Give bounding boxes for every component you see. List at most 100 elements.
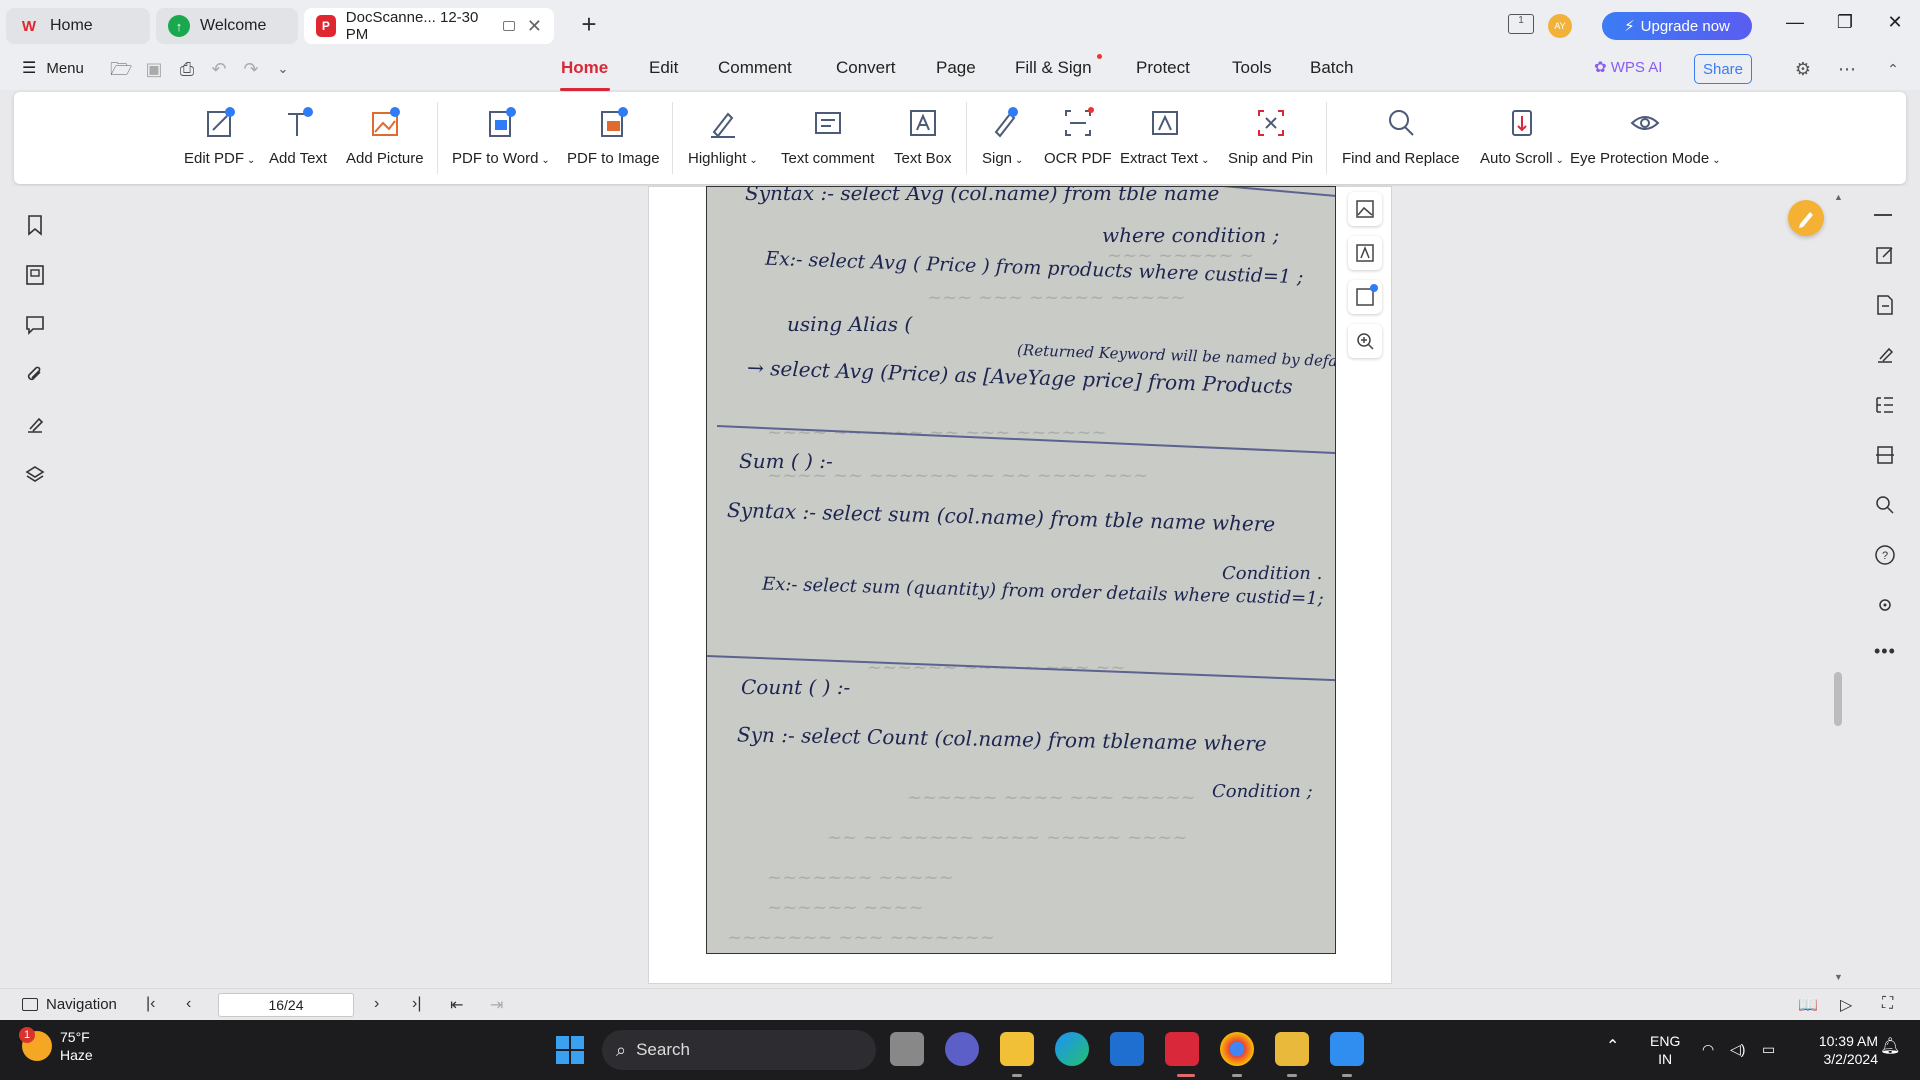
scrollbar-thumb[interactable] <box>1834 672 1842 726</box>
redo-icon[interactable]: ↷ <box>240 58 262 80</box>
ai-assistant-icon[interactable] <box>1874 594 1896 616</box>
windows-start-icon[interactable] <box>556 1036 584 1064</box>
comment-icon[interactable] <box>24 314 46 336</box>
tab-tools[interactable]: Tools <box>1232 58 1272 78</box>
menu-button[interactable]: ☰ Menu <box>22 58 84 78</box>
collapse-ribbon-icon[interactable]: ⌃ <box>1882 58 1904 80</box>
chrome-icon[interactable] <box>1220 1032 1254 1066</box>
wps-ai-button[interactable]: ✿ WPS AI <box>1594 58 1662 76</box>
extract-tool-button[interactable] <box>1348 236 1382 270</box>
upgrade-button[interactable]: ⚡ Upgrade now <box>1602 12 1752 40</box>
ocr-pdf-button[interactable]: OCR PDF <box>1044 106 1112 176</box>
scan-icon[interactable] <box>1874 444 1896 466</box>
next-page-icon[interactable]: › <box>374 995 379 1013</box>
forward-icon[interactable]: ⇥ <box>490 995 503 1015</box>
first-page-icon[interactable]: |‹ <box>146 995 155 1013</box>
restore-button[interactable]: ❐ <box>1830 12 1860 38</box>
snip-pin-button[interactable]: Snip and Pin <box>1228 106 1313 176</box>
signature-icon[interactable] <box>1874 344 1896 366</box>
undo-icon[interactable]: ↶ <box>208 58 230 80</box>
back-icon[interactable]: ⇤ <box>450 995 463 1015</box>
help-icon[interactable]: ? <box>1874 544 1896 566</box>
weather-widget[interactable]: 1 75°F Haze <box>19 1027 93 1064</box>
notepad-icon[interactable] <box>1330 1032 1364 1066</box>
battery-icon[interactable]: ▭ <box>1762 1040 1775 1058</box>
print-icon[interactable]: ⎙ <box>176 58 198 80</box>
search-icon[interactable] <box>1874 494 1896 516</box>
app-icon[interactable] <box>1275 1032 1309 1066</box>
open-folder-icon[interactable]: 🗁 <box>110 58 132 80</box>
page-number-input[interactable]: 16/24 <box>218 993 354 1017</box>
avatar[interactable]: AY <box>1548 14 1572 38</box>
wifi-icon[interactable]: ◠ <box>1702 1040 1714 1058</box>
wps-taskbar-icon[interactable] <box>1165 1032 1199 1066</box>
document-convert-icon[interactable] <box>1874 294 1896 316</box>
fullscreen-icon[interactable]: ⛶ <box>1882 995 1893 1013</box>
pdf-to-image-button[interactable]: PDF to Image <box>567 106 660 176</box>
task-view-icon[interactable] <box>890 1032 924 1066</box>
minimize-button[interactable]: — <box>1780 12 1810 38</box>
chevron-up-icon[interactable]: ⌃ <box>1606 1038 1619 1056</box>
monitor-icon[interactable] <box>503 21 515 31</box>
edit-fab-button[interactable] <box>1788 200 1824 236</box>
scroll-up-arrow[interactable]: ▲ <box>1834 192 1843 202</box>
save-icon[interactable]: ▣ <box>143 58 165 80</box>
chevron-down-icon[interactable]: ⌄ <box>272 58 294 80</box>
language-indicator[interactable]: ENG IN <box>1650 1032 1680 1068</box>
tab-welcome[interactable]: ↑ Welcome <box>156 8 298 44</box>
eye-protection-button[interactable]: Eye Protection Mode ⌄ <box>1570 106 1721 176</box>
signature-panel-icon[interactable] <box>24 414 46 436</box>
tab-home-menu[interactable]: Home <box>561 58 608 78</box>
pdf-to-word-button[interactable]: PDF to Word ⌄ <box>452 106 550 176</box>
scroll-down-arrow[interactable]: ▼ <box>1834 972 1843 982</box>
sign-button[interactable]: Sign ⌄ <box>982 106 1023 176</box>
tab-home[interactable]: W Home <box>6 8 150 44</box>
navigation-toggle[interactable]: Navigation <box>22 996 117 1013</box>
add-text-button[interactable]: Add Text <box>269 106 327 176</box>
read-mode-icon[interactable]: 📖 <box>1798 995 1818 1015</box>
text-comment-button[interactable]: Text comment <box>781 106 874 176</box>
play-icon[interactable]: ▷ <box>1840 995 1852 1015</box>
share-button[interactable]: Share <box>1694 54 1752 84</box>
settings-icon[interactable]: ⚙ <box>1792 58 1814 80</box>
layers-icon[interactable] <box>24 464 46 486</box>
collapse-panel-icon[interactable] <box>1874 214 1892 216</box>
last-page-icon[interactable]: ›| <box>412 995 421 1013</box>
attachment-icon[interactable] <box>24 364 46 386</box>
ai-image-tool-button[interactable] <box>1348 280 1382 314</box>
tab-document[interactable]: P DocScanne... 12-30 PM ✕ <box>304 8 554 44</box>
tab-protect[interactable]: Protect <box>1136 58 1190 78</box>
edge-icon[interactable] <box>1055 1032 1089 1066</box>
more-icon[interactable]: ••• <box>1874 641 1896 662</box>
mail-icon[interactable] <box>1110 1032 1144 1066</box>
edit-icon[interactable] <box>1874 244 1896 266</box>
auto-scroll-button[interactable]: Auto Scroll ⌄ <box>1480 106 1564 176</box>
zoom-tool-button[interactable] <box>1348 324 1382 358</box>
tab-comment[interactable]: Comment <box>718 58 792 78</box>
prev-page-icon[interactable]: ‹ <box>186 995 191 1013</box>
volume-icon[interactable]: ◁) <box>1730 1040 1745 1058</box>
tab-convert[interactable]: Convert <box>836 58 896 78</box>
highlight-button[interactable]: Highlight ⌄ <box>688 106 758 176</box>
text-box-button[interactable]: Text Box <box>894 106 952 176</box>
find-replace-button[interactable]: Find and Replace <box>1342 106 1460 176</box>
tab-edit[interactable]: Edit <box>649 58 678 78</box>
close-tab-icon[interactable]: ✕ <box>527 16 542 37</box>
thumbnail-icon[interactable] <box>24 264 46 286</box>
image-tool-button[interactable] <box>1348 192 1382 226</box>
outline-icon[interactable] <box>1874 394 1896 416</box>
file-explorer-icon[interactable] <box>1000 1032 1034 1066</box>
more-icon[interactable]: ⋯ <box>1836 58 1858 80</box>
bookmark-icon[interactable] <box>24 214 46 236</box>
tab-batch[interactable]: Batch <box>1310 58 1353 78</box>
taskbar-search[interactable]: ⌕ Search <box>602 1030 876 1070</box>
tab-fill-sign[interactable]: Fill & Sign <box>1015 58 1092 78</box>
extract-text-button[interactable]: Extract Text ⌄ <box>1120 106 1209 176</box>
add-picture-button[interactable]: Add Picture <box>346 106 424 176</box>
clock[interactable]: 10:39 AM 3/2/2024 <box>1798 1032 1878 1068</box>
document-viewport[interactable]: ~~~ ~~~~~ ~ ~~~ ~~~ ~~~~~ ~~~~~ ~~~~ ~~~… <box>70 186 1844 988</box>
close-window-button[interactable]: ✕ <box>1880 12 1910 38</box>
tab-page[interactable]: Page <box>936 58 976 78</box>
new-tab-button[interactable]: + <box>574 10 604 40</box>
edit-pdf-button[interactable]: Edit PDF ⌄ <box>184 106 255 176</box>
